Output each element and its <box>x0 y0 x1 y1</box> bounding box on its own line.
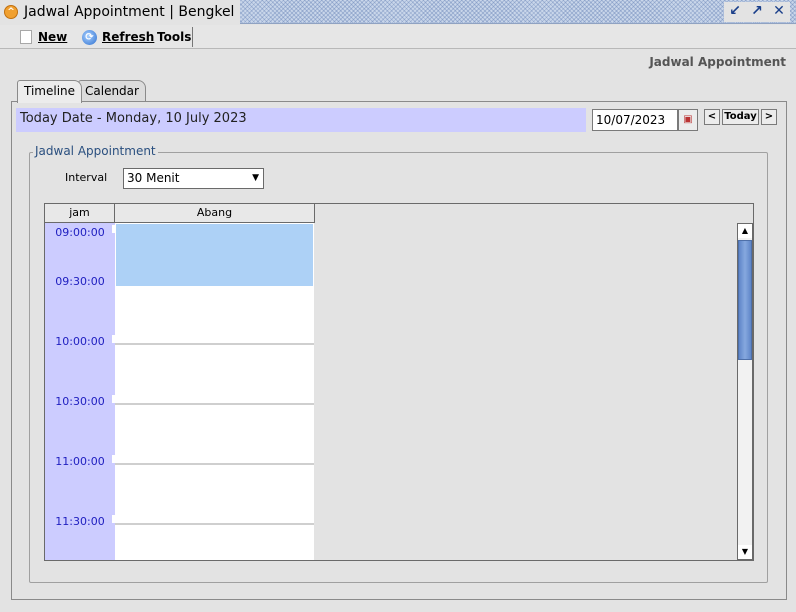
time-label: 10:30:00 <box>55 395 105 408</box>
time-label: 10:00:00 <box>55 335 105 348</box>
toolbar-separator <box>192 27 193 47</box>
prev-date-button[interactable]: < <box>704 109 720 125</box>
slot-divider <box>115 463 314 465</box>
title-area: ^ Jadwal Appointment | Bengkel <box>0 0 241 24</box>
window-controls: ↙ ↗ ✕ <box>724 2 790 22</box>
slot-divider <box>115 403 314 405</box>
abang-slot-column[interactable] <box>115 223 314 560</box>
tools-menu-label: Tools <box>157 30 192 44</box>
schedule-grid: jam Abang 09:00:00 09:30:00 10:00:00 10:… <box>44 203 754 561</box>
new-document-icon <box>20 30 32 44</box>
time-column: 09:00:00 09:30:00 10:00:00 10:30:00 11:0… <box>45 223 116 560</box>
interval-select[interactable]: 30 Menit ▼ <box>123 168 264 189</box>
title-bar: ^ Jadwal Appointment | Bengkel ↙ ↗ ✕ <box>0 0 796 24</box>
slot-divider <box>115 523 314 525</box>
window-title: Jadwal Appointment | Bengkel <box>24 4 235 20</box>
booked-slot[interactable] <box>116 224 313 286</box>
new-button-label: New <box>38 30 68 44</box>
new-button[interactable]: New <box>20 25 67 49</box>
scroll-down-icon[interactable]: ▼ <box>738 545 752 559</box>
page-header-title: Jadwal Appointment <box>649 55 786 69</box>
refresh-icon: ⟳ <box>82 29 97 45</box>
next-date-button[interactable]: > <box>761 109 777 125</box>
refresh-button[interactable]: ⟳ Refresh <box>82 25 154 49</box>
toolbar: New ⟳ Refresh Tools <box>0 25 796 49</box>
tab-calendar[interactable]: Calendar <box>78 80 146 102</box>
time-label: 09:30:00 <box>55 275 105 288</box>
group-title: Jadwal Appointment <box>33 144 158 158</box>
today-date-label: Today Date - Monday, 10 July 2023 <box>16 108 586 132</box>
today-button[interactable]: Today <box>722 109 759 125</box>
close-window-icon[interactable]: ✕ <box>770 2 788 20</box>
chevron-down-icon: ▼ <box>252 173 259 183</box>
time-label: 11:00:00 <box>55 455 105 468</box>
slot-divider <box>115 343 314 345</box>
interval-select-value: 30 Menit <box>127 171 180 185</box>
date-field[interactable]: 10/07/2023 <box>592 109 678 131</box>
time-label: 11:30:00 <box>55 515 105 528</box>
maximize-window-icon[interactable]: ↗ <box>748 2 766 20</box>
column-header-abang[interactable]: Abang <box>115 204 315 223</box>
restore-window-icon[interactable]: ↙ <box>726 2 744 20</box>
scrollbar-thumb[interactable] <box>738 240 752 360</box>
app-chevron-icon[interactable]: ^ <box>4 5 18 19</box>
tab-timeline[interactable]: Timeline <box>17 80 83 103</box>
time-label: 09:00:00 <box>55 226 105 239</box>
tools-menu[interactable]: Tools <box>157 25 191 49</box>
calendar-picker-icon[interactable]: ▣ <box>678 109 698 131</box>
interval-label: Interval <box>65 171 108 184</box>
column-header-jam[interactable]: jam <box>45 204 115 223</box>
scroll-up-icon[interactable]: ▲ <box>738 224 752 238</box>
refresh-button-label: Refresh <box>102 30 155 44</box>
vertical-scrollbar[interactable]: ▲ ▼ <box>737 223 753 560</box>
